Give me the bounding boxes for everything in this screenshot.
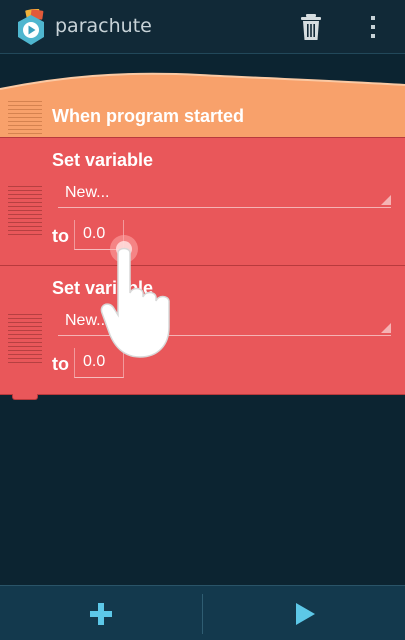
drag-handle[interactable] — [8, 186, 42, 238]
set-variable-brick[interactable]: Set variable New... to 0.0 — [0, 137, 405, 272]
value-field[interactable]: 0.0 — [74, 348, 124, 378]
value-field[interactable]: 0.0 — [74, 220, 124, 250]
dropdown-arrow-icon — [381, 195, 391, 205]
value-field-text: 0.0 — [83, 353, 106, 370]
play-icon — [296, 603, 315, 625]
set-variable-brick[interactable]: Set variable New... to 0.0 — [0, 265, 405, 400]
drag-handle[interactable] — [8, 314, 42, 366]
plus-icon — [90, 603, 112, 625]
brick-connector — [12, 394, 38, 400]
play-button[interactable] — [203, 586, 405, 640]
when-program-started-brick[interactable]: When program started — [0, 71, 405, 145]
brick-label: Set variable — [52, 150, 154, 170]
script-area: When program started Set variable New...… — [0, 55, 405, 585]
pocket-code-app-icon[interactable] — [14, 7, 48, 47]
bottom-bar — [0, 585, 405, 640]
add-button[interactable] — [0, 586, 202, 640]
variable-spinner[interactable]: New... — [58, 180, 391, 208]
trash-icon[interactable] — [296, 12, 326, 42]
variable-spinner[interactable]: New... — [58, 308, 391, 336]
brick-label: Set variable — [52, 278, 154, 298]
to-label: to — [52, 226, 69, 246]
drag-handle[interactable] — [8, 101, 42, 135]
app-title: parachute — [55, 15, 152, 37]
value-field-text: 0.0 — [83, 225, 106, 242]
action-bar: parachute — [0, 0, 405, 54]
variable-spinner-value: New... — [65, 184, 110, 201]
brick-label: When program started — [52, 106, 245, 126]
overflow-menu-icon[interactable] — [362, 12, 384, 42]
variable-spinner-value: New... — [65, 312, 110, 329]
dropdown-arrow-icon — [381, 323, 391, 333]
to-label: to — [52, 354, 69, 374]
